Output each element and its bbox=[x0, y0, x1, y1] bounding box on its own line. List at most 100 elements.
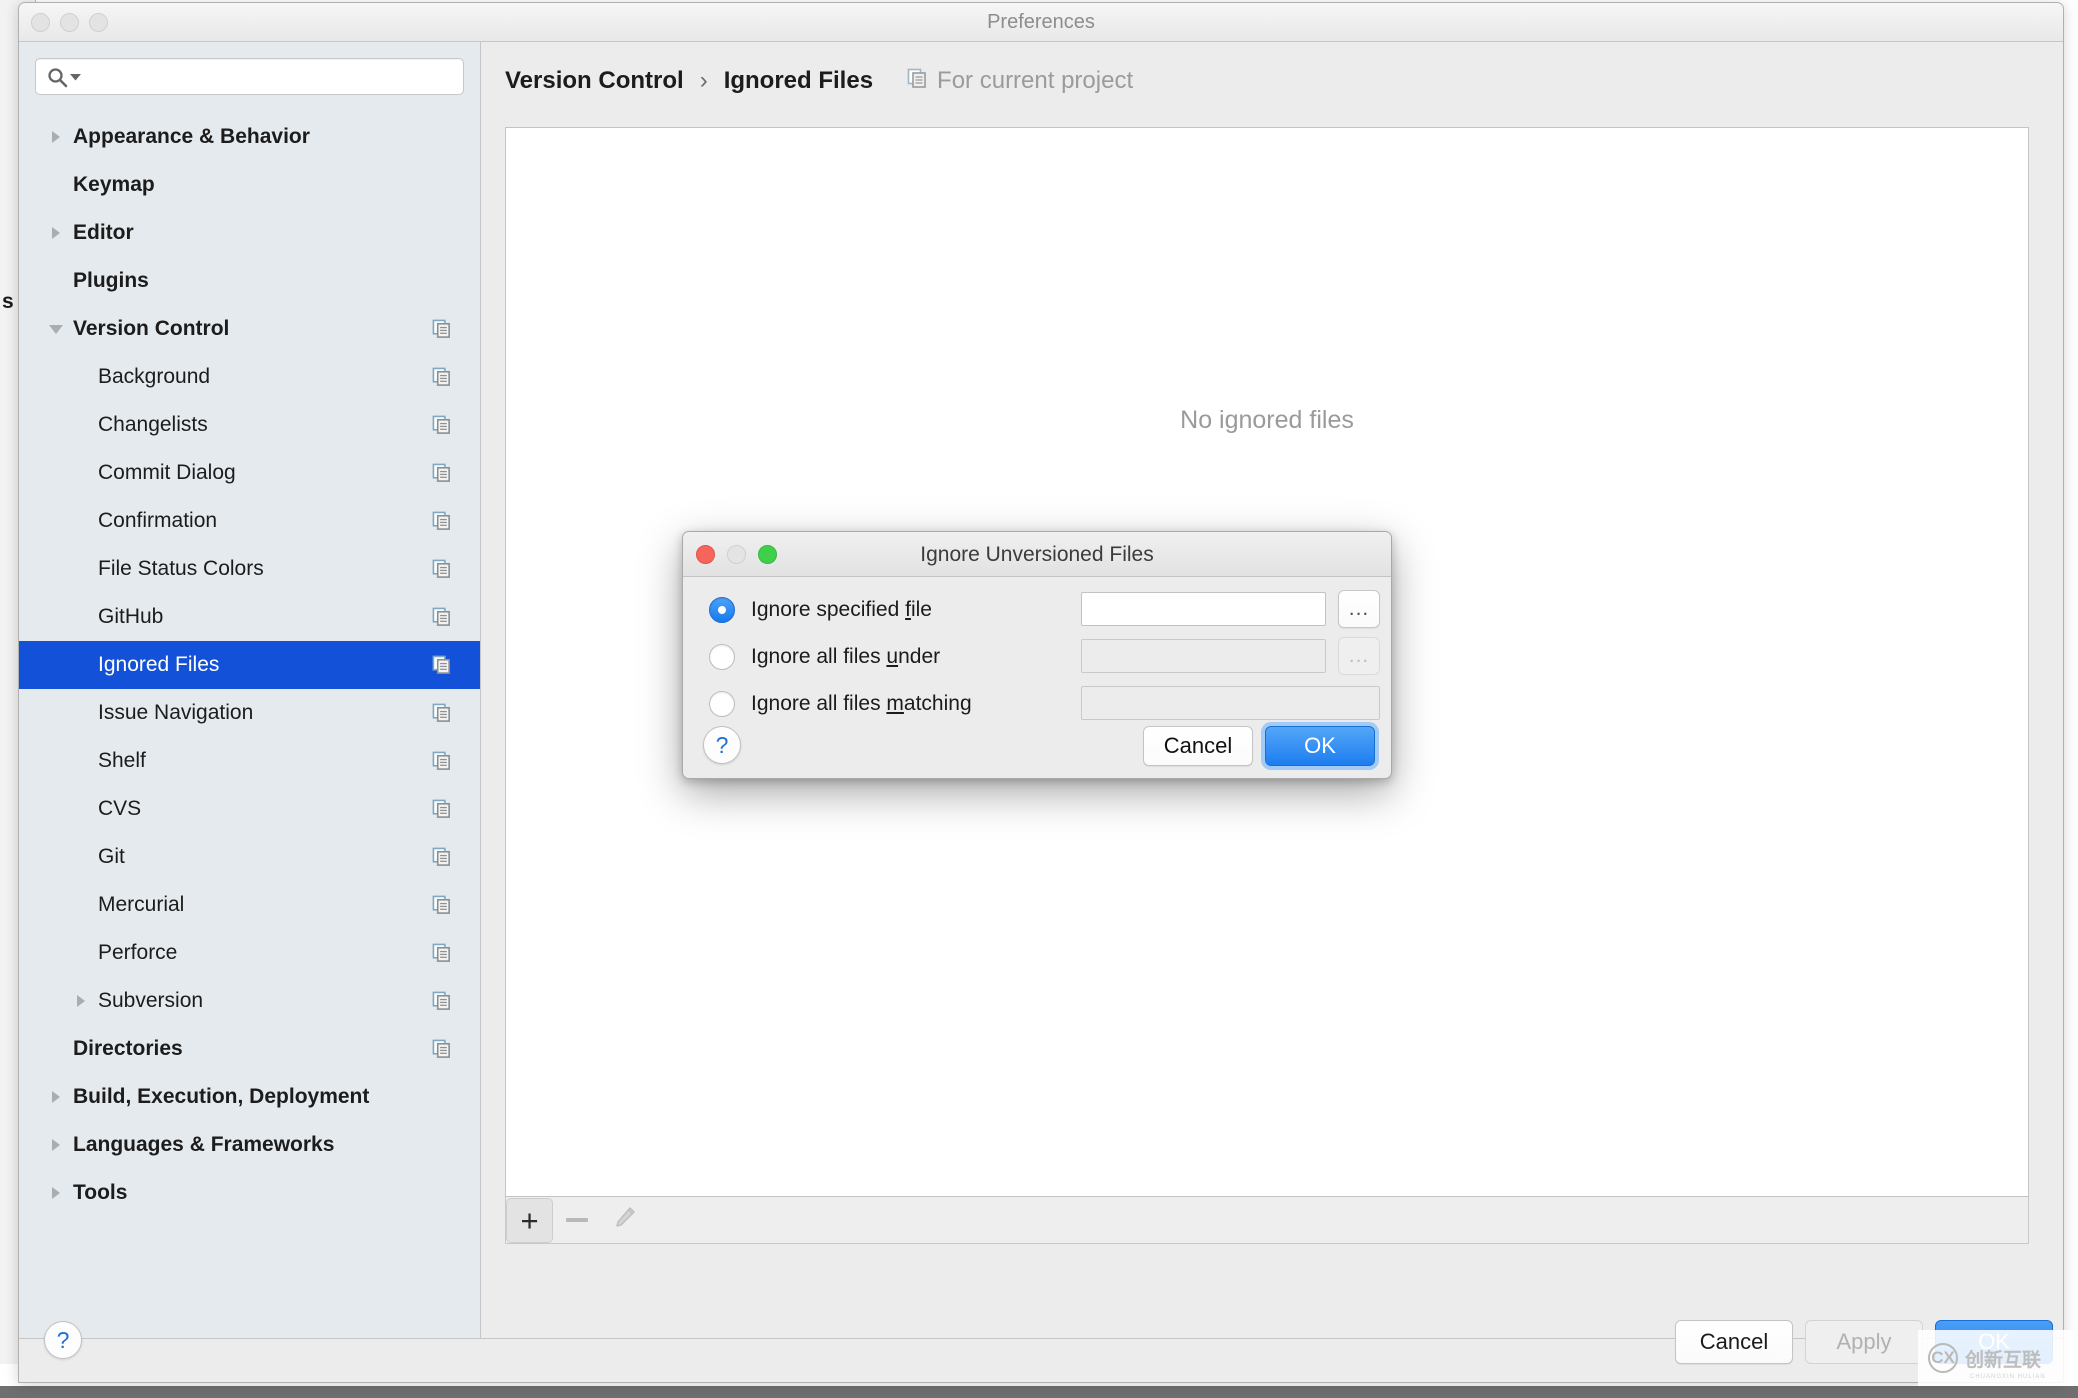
sidebar-item-shelf[interactable]: Shelf bbox=[19, 737, 480, 785]
sidebar-item-label: Keymap bbox=[73, 173, 155, 196]
copy-settings-icon[interactable] bbox=[432, 463, 452, 483]
copy-settings-icon[interactable] bbox=[432, 511, 452, 531]
ignore-specified-file-input[interactable] bbox=[1081, 592, 1326, 626]
sidebar-item-tools[interactable]: Tools bbox=[19, 1169, 480, 1217]
copy-settings-icon[interactable] bbox=[432, 847, 452, 867]
chevron-right-icon[interactable] bbox=[39, 1091, 73, 1103]
copy-settings-icon[interactable] bbox=[432, 943, 452, 963]
dialog-help-button[interactable]: ? bbox=[703, 726, 741, 764]
zoom-button[interactable] bbox=[89, 13, 108, 32]
sidebar-item-label: Plugins bbox=[73, 269, 149, 292]
copy-settings-icon[interactable] bbox=[432, 559, 452, 579]
settings-nav-list: Appearance & Behavior Keymap Editor Plugins… bbox=[19, 113, 480, 1217]
browse-file-label: ... bbox=[1348, 597, 1370, 620]
copy-settings-icon[interactable] bbox=[432, 655, 452, 675]
radio-ignore-all-files-under[interactable] bbox=[709, 644, 735, 670]
radio-ignore-all-files-matching[interactable] bbox=[709, 691, 735, 717]
background-bottom-bar bbox=[0, 1386, 2078, 1398]
copy-settings-icon[interactable] bbox=[432, 799, 452, 819]
sidebar-item-label: Changelists bbox=[98, 413, 208, 436]
sidebar-item-subversion[interactable]: Subversion bbox=[19, 977, 480, 1025]
sidebar-item-label: Languages & Frameworks bbox=[73, 1133, 335, 1156]
dialog-titlebar: Ignore Unversioned Files bbox=[683, 532, 1391, 577]
radio-ignore-specified-file[interactable] bbox=[709, 597, 735, 623]
search-input[interactable] bbox=[88, 59, 458, 94]
help-button[interactable]: ? bbox=[44, 1321, 82, 1359]
radio-label-ignore-all-files-matching: Ignore all files matching bbox=[751, 692, 972, 715]
chevron-right-icon[interactable] bbox=[64, 995, 98, 1007]
dialog-content: Ignore specified file ... Ignore all fil… bbox=[683, 577, 1391, 778]
copy-settings-icon[interactable] bbox=[432, 991, 452, 1011]
sidebar-item-appearance-behavior[interactable]: Appearance & Behavior bbox=[19, 113, 480, 161]
chevron-right-icon[interactable] bbox=[39, 227, 73, 239]
chevron-right-icon[interactable] bbox=[39, 131, 73, 143]
empty-state-text: No ignored files bbox=[1180, 406, 1354, 434]
search-container bbox=[19, 42, 480, 95]
sidebar-item-keymap[interactable]: Keymap bbox=[19, 161, 480, 209]
sidebar-item-label: CVS bbox=[98, 797, 142, 820]
sidebar-item-languages-frameworks[interactable]: Languages & Frameworks bbox=[19, 1121, 480, 1169]
radio-label-ignore-all-files-under: Ignore all files under bbox=[751, 645, 941, 668]
close-button[interactable] bbox=[31, 13, 50, 32]
dialog-cancel-button[interactable]: Cancel bbox=[1143, 726, 1253, 766]
dialog-ok-button[interactable]: OK bbox=[1265, 726, 1375, 766]
sidebar-item-issue-navigation[interactable]: Issue Navigation bbox=[19, 689, 480, 737]
option-ignore-all-files-matching[interactable]: Ignore all files matching bbox=[709, 687, 972, 721]
sidebar-item-label: File Status Colors bbox=[98, 557, 264, 580]
copy-settings-icon[interactable] bbox=[432, 703, 452, 723]
chevron-right-icon[interactable] bbox=[39, 1187, 73, 1199]
sidebar-item-changelists[interactable]: Changelists bbox=[19, 401, 480, 449]
sidebar-item-label: Perforce bbox=[98, 941, 178, 964]
browse-file-button[interactable]: ... bbox=[1338, 590, 1380, 628]
scope-label: For current project bbox=[937, 67, 1134, 94]
edit-button bbox=[600, 1198, 647, 1243]
sidebar-item-commit-dialog[interactable]: Commit Dialog bbox=[19, 449, 480, 497]
copy-settings-icon[interactable] bbox=[432, 607, 452, 627]
sidebar-item-label: Git bbox=[98, 845, 125, 868]
list-toolbar: + bbox=[505, 1197, 2029, 1244]
sidebar-item-directories[interactable]: Directories bbox=[19, 1025, 480, 1073]
option-ignore-all-files-under[interactable]: Ignore all files under bbox=[709, 640, 940, 674]
sidebar-item-confirmation[interactable]: Confirmation bbox=[19, 497, 480, 545]
sidebar-item-git[interactable]: Git bbox=[19, 833, 480, 881]
breadcrumb-parent[interactable]: Version Control bbox=[505, 67, 684, 95]
sidebar-item-cvs[interactable]: CVS bbox=[19, 785, 480, 833]
copy-settings-icon[interactable] bbox=[432, 895, 452, 915]
search-field[interactable] bbox=[35, 58, 464, 95]
window-titlebar: Preferences bbox=[19, 3, 2063, 42]
ignore-all-files-under-input bbox=[1081, 639, 1326, 673]
sidebar-item-build-execution-deployment[interactable]: Build, Execution, Deployment bbox=[19, 1073, 480, 1121]
sidebar-item-perforce[interactable]: Perforce bbox=[19, 929, 480, 977]
sidebar-item-editor[interactable]: Editor bbox=[19, 209, 480, 257]
sidebar-item-github[interactable]: GitHub bbox=[19, 593, 480, 641]
help-button-label: ? bbox=[56, 1326, 70, 1353]
copy-settings-icon[interactable] bbox=[432, 319, 452, 339]
sidebar-item-background[interactable]: Background bbox=[19, 353, 480, 401]
sidebar-item-mercurial[interactable]: Mercurial bbox=[19, 881, 480, 929]
sidebar-item-ignored-files[interactable]: Ignored Files bbox=[19, 641, 480, 689]
sidebar-item-version-control[interactable]: Version Control bbox=[19, 305, 480, 353]
sidebar-item-label: Issue Navigation bbox=[98, 701, 254, 724]
sidebar-item-plugins[interactable]: Plugins bbox=[19, 257, 480, 305]
dialog-close-button[interactable] bbox=[696, 545, 715, 564]
copy-settings-icon[interactable] bbox=[432, 1039, 452, 1059]
chevron-right-icon[interactable] bbox=[39, 1139, 73, 1151]
dialog-zoom-button[interactable] bbox=[758, 545, 777, 564]
add-button-label: + bbox=[520, 1202, 539, 1238]
background-text-fragment: s bbox=[2, 290, 14, 313]
sidebar-item-file-status-colors[interactable]: File Status Colors bbox=[19, 545, 480, 593]
copy-settings-icon[interactable] bbox=[432, 751, 452, 771]
copy-settings-icon[interactable] bbox=[432, 367, 452, 387]
settings-sidebar: Appearance & Behavior Keymap Editor Plugins… bbox=[19, 42, 481, 1338]
dialog-help-container: ? bbox=[703, 726, 741, 764]
breadcrumb-current: Ignored Files bbox=[723, 67, 874, 94]
cancel-button[interactable]: Cancel bbox=[1675, 1320, 1793, 1364]
remove-button bbox=[553, 1198, 600, 1243]
sidebar-item-label: Subversion bbox=[98, 989, 204, 1012]
minimize-button[interactable] bbox=[60, 13, 79, 32]
chevron-down-icon[interactable] bbox=[39, 324, 73, 334]
add-button[interactable]: + bbox=[506, 1197, 553, 1243]
option-ignore-specified-file[interactable]: Ignore specified file bbox=[709, 593, 932, 627]
copy-settings-icon[interactable] bbox=[432, 415, 452, 435]
help-button-container: ? bbox=[44, 1321, 82, 1359]
